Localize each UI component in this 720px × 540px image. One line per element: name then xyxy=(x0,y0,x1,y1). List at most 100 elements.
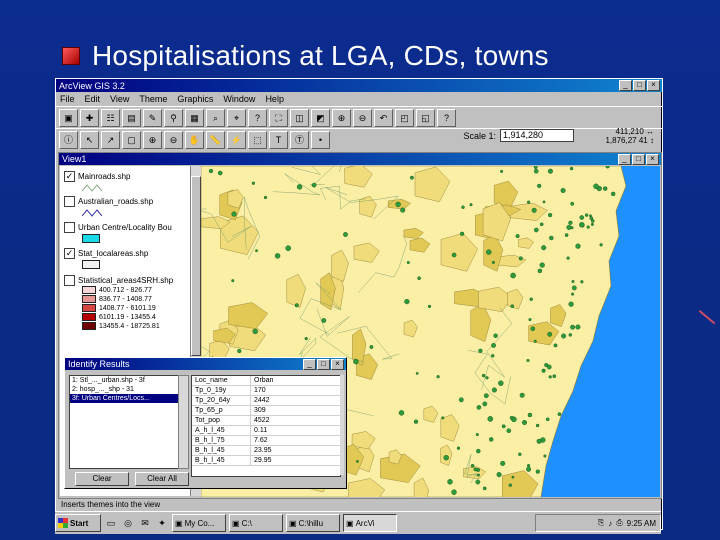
clear-button[interactable]: Clear xyxy=(75,472,129,486)
layer-checkbox[interactable] xyxy=(64,275,75,286)
hotlink-tool-icon[interactable]: ⚡ xyxy=(227,130,246,149)
clear-all-button[interactable]: Clear All xyxy=(135,472,189,486)
scale-input[interactable]: 1,914,280 xyxy=(500,129,574,142)
vertex-edit-icon[interactable]: ↗ xyxy=(101,130,120,149)
maximize-button[interactable]: □ xyxy=(633,80,646,91)
theme-properties-icon[interactable]: ☷ xyxy=(101,108,120,127)
identify-attribute-table[interactable]: Loc_name Orban Tp_0_19y 170 Tp_20_64y 2442 Tp_… xyxy=(191,375,341,477)
attribute-row: Tp_65_p 309 xyxy=(192,406,340,416)
add-theme-icon[interactable]: ✚ xyxy=(80,108,99,127)
zoom-in-tool-icon[interactable]: ⊕ xyxy=(143,130,162,149)
network-icon[interactable]: ⎘ xyxy=(598,518,604,528)
identify-list-row[interactable]: 3f: Urban Centres/Locs... xyxy=(70,394,178,403)
identify-list-scrollbar[interactable] xyxy=(178,375,189,469)
text-icon[interactable]: Ⓣ xyxy=(290,130,309,149)
identify-icon[interactable]: ⓘ xyxy=(59,130,78,149)
menu-edit[interactable]: Edit xyxy=(85,94,101,104)
taskbar-task-button[interactable]: ▣ C:\ xyxy=(229,514,283,532)
identify-table-scrollbar[interactable] xyxy=(340,375,344,475)
close-button[interactable]: × xyxy=(647,80,660,91)
locate-address-icon[interactable]: ⌖ xyxy=(227,108,246,127)
channels-icon[interactable]: ✦ xyxy=(155,516,169,530)
identify-list-row[interactable] xyxy=(70,457,178,466)
menu-help[interactable]: Help xyxy=(265,94,284,104)
zoom-full-icon[interactable]: ⛶ xyxy=(269,108,288,127)
identify-list-row[interactable] xyxy=(70,430,178,439)
windows-logo-icon xyxy=(58,518,68,528)
outlook-icon[interactable]: ✉ xyxy=(138,516,152,530)
view-close-button[interactable]: × xyxy=(646,153,659,165)
minimize-button[interactable]: _ xyxy=(619,80,632,91)
view-titlebar[interactable]: View1 _ □ × xyxy=(59,153,661,165)
layer-checkbox[interactable]: ✓ xyxy=(64,248,75,259)
identify-minimize-button[interactable]: _ xyxy=(303,358,316,370)
pointer-icon[interactable]: ↖ xyxy=(80,130,99,149)
zoom-out-tool-icon[interactable]: ⊖ xyxy=(164,130,183,149)
printer-icon[interactable]: ⎙ xyxy=(616,518,622,528)
clock[interactable]: 9:25 AM xyxy=(627,519,656,528)
identify-list-row[interactable] xyxy=(70,421,178,430)
view-minimize-button[interactable]: _ xyxy=(618,153,631,165)
zoom-out-icon[interactable]: ⊖ xyxy=(353,108,372,127)
legend-label: 13455.4 - 18725.81 xyxy=(99,322,160,330)
start-button[interactable]: Start xyxy=(55,514,101,532)
zoom-selected-icon[interactable]: ◩ xyxy=(311,108,330,127)
identify-feature-list[interactable]: 1: Stl_..._urban.shp - 3f 2: hosp_..._shp… xyxy=(69,375,179,469)
menu-theme[interactable]: Theme xyxy=(139,94,167,104)
desktop-icon[interactable]: ▭ xyxy=(104,516,118,530)
clear-selection-icon[interactable]: ◱ xyxy=(416,108,435,127)
identify-list-row[interactable]: 1: Stl_..._urban.shp - 3f xyxy=(70,376,178,385)
explorer-icon[interactable]: ◎ xyxy=(121,516,135,530)
find-icon[interactable]: ⌕ xyxy=(206,108,225,127)
taskbar-task-button[interactable]: ▣ C:\hillu xyxy=(286,514,340,532)
edit-legend-icon[interactable]: ✎ xyxy=(143,108,162,127)
taskbar-task-button[interactable]: ▣ My Co... xyxy=(172,514,226,532)
identify-maximize-button[interactable]: □ xyxy=(317,358,330,370)
menu-graphics[interactable]: Graphics xyxy=(177,94,213,104)
menu-file[interactable]: File xyxy=(60,94,75,104)
open-table-icon[interactable]: ▦ xyxy=(185,108,204,127)
zoom-previous-icon[interactable]: ↶ xyxy=(374,108,393,127)
volume-icon[interactable]: ♪ xyxy=(608,519,612,528)
save-icon[interactable]: ▣ xyxy=(59,108,78,127)
identify-list-row[interactable] xyxy=(70,439,178,448)
attribute-value: 4522 xyxy=(254,417,270,424)
help-icon[interactable]: ? xyxy=(437,108,456,127)
menu-window[interactable]: Window xyxy=(223,94,255,104)
taskbar-task-button[interactable]: ▣ ArcVi xyxy=(343,514,397,532)
layer-mainroads[interactable]: ✓ Mainroads.shp xyxy=(64,171,130,182)
layer-checkbox[interactable]: ✓ xyxy=(64,171,75,182)
attribute-row: B_h_l_45 29.95 xyxy=(192,456,340,466)
hotlink-icon[interactable]: ⚲ xyxy=(164,108,183,127)
query-builder-icon[interactable]: ? xyxy=(248,108,267,127)
zoom-in-icon[interactable]: ⊕ xyxy=(332,108,351,127)
legend-swatch xyxy=(82,295,96,303)
area-of-interest-icon[interactable]: ⬚ xyxy=(248,130,267,149)
legend-editor-icon[interactable]: ▤ xyxy=(122,108,141,127)
label-icon[interactable]: T xyxy=(269,130,288,149)
view-title: View1 xyxy=(62,154,87,164)
app-titlebar[interactable]: ArcView GIS 3.2 _ □ × xyxy=(56,79,662,92)
zoom-active-icon[interactable]: ◫ xyxy=(290,108,309,127)
identify-list-row[interactable] xyxy=(70,403,178,412)
measure-icon[interactable]: 📏 xyxy=(206,130,225,149)
identify-list-row[interactable] xyxy=(70,412,178,421)
slide-title-text: Hospitalisations at LGA, CDs, towns xyxy=(92,40,549,71)
identify-close-button[interactable]: × xyxy=(331,358,344,370)
layer-urban-centre[interactable]: Urban Centre/Locality Bou xyxy=(64,222,172,233)
identify-list-row[interactable]: 2: hosp_..._shp - 31 xyxy=(70,385,178,394)
draw-point-icon[interactable]: • xyxy=(311,130,330,149)
layer-statistical-areas[interactable]: Statistical_areas4SRH.shp xyxy=(64,275,173,286)
toc-scroll-thumb[interactable] xyxy=(191,176,201,356)
layer-australian-roads[interactable]: Australian_roads.shp xyxy=(64,196,153,207)
select-feature-icon[interactable]: ▢ xyxy=(122,130,141,149)
select-features-icon[interactable]: ◰ xyxy=(395,108,414,127)
layer-checkbox[interactable] xyxy=(64,196,75,207)
layer-stat-local-areas[interactable]: ✓ Stat_localareas.shp xyxy=(64,248,148,259)
layer-checkbox[interactable] xyxy=(64,222,75,233)
identify-list-row[interactable] xyxy=(70,448,178,457)
view-maximize-button[interactable]: □ xyxy=(632,153,645,165)
pan-icon[interactable]: ✋ xyxy=(185,130,204,149)
identify-titlebar[interactable]: Identify Results _ □ × xyxy=(65,358,346,370)
menu-view[interactable]: View xyxy=(110,94,129,104)
